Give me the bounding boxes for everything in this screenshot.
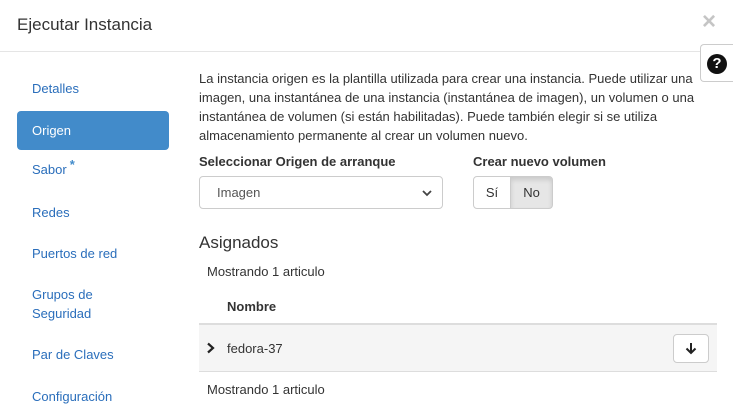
table-header: Nombre [199, 290, 717, 325]
modal-title: Ejecutar Instancia [17, 15, 153, 34]
chevron-down-icon [422, 190, 432, 197]
allocated-footer-count: Mostrando 1 articulo [207, 382, 325, 397]
close-icon[interactable]: × [702, 10, 716, 34]
sidebar-item-par-de-claves[interactable]: Par de Claves [17, 344, 169, 366]
sidebar-item-label: Configuración [32, 389, 113, 404]
source-description: La instancia origen es la plantilla util… [199, 71, 695, 143]
sidebar-item-sabor[interactable]: Sabor * [17, 157, 169, 181]
column-header-nombre: Nombre [227, 299, 277, 314]
modal-header: Ejecutar Instancia × [0, 0, 733, 52]
sidebar-item-origen[interactable]: Origen [17, 111, 169, 150]
sidebar-item-label: Par de Claves [32, 347, 114, 362]
sidebar-item-label: Grupos de Seguridad [32, 287, 93, 321]
sidebar-item-label: Puertos de red [32, 246, 118, 261]
sidebar-item-grupos-de-seguridad[interactable]: Grupos de Seguridad [17, 285, 137, 323]
new-volume-no-button[interactable]: No [510, 176, 553, 209]
new-volume-yes-button[interactable]: Sí [473, 176, 511, 209]
sidebar-item-label: Origen [32, 123, 72, 138]
launch-instance-modal: Ejecutar Instancia × ? Detalles Origen S… [0, 0, 733, 410]
help-button[interactable]: ? [700, 44, 733, 82]
sidebar-item-label: Detalles [32, 81, 79, 96]
sidebar-item-label: Redes [32, 205, 70, 220]
table-row: fedora-37 [199, 325, 717, 372]
wizard-sidebar: Detalles Origen Sabor * Redes Puertos de … [0, 52, 185, 410]
deallocate-button[interactable] [673, 334, 709, 363]
boot-source-select[interactable]: Imagen [199, 176, 443, 209]
arrow-down-icon [685, 343, 697, 355]
help-icon: ? [707, 54, 727, 74]
boot-source-value: Imagen [217, 185, 261, 200]
required-marker: * [69, 157, 75, 172]
chevron-right-icon[interactable] [206, 342, 216, 354]
allocated-count: Mostrando 1 articulo [207, 264, 325, 279]
sidebar-item-redes[interactable]: Redes [17, 202, 169, 224]
new-volume-label: Crear nuevo volumen [473, 154, 606, 169]
sidebar-item-configuracion[interactable]: Configuración [17, 386, 169, 408]
row-name: fedora-37 [227, 341, 283, 356]
sidebar-item-label: Sabor [32, 162, 67, 177]
allocated-title: Asignados [199, 233, 279, 252]
sidebar-item-detalles[interactable]: Detalles [17, 78, 169, 100]
boot-source-label: Seleccionar Origen de arranque [199, 154, 396, 169]
sidebar-item-puertos-de-red[interactable]: Puertos de red [17, 243, 169, 265]
